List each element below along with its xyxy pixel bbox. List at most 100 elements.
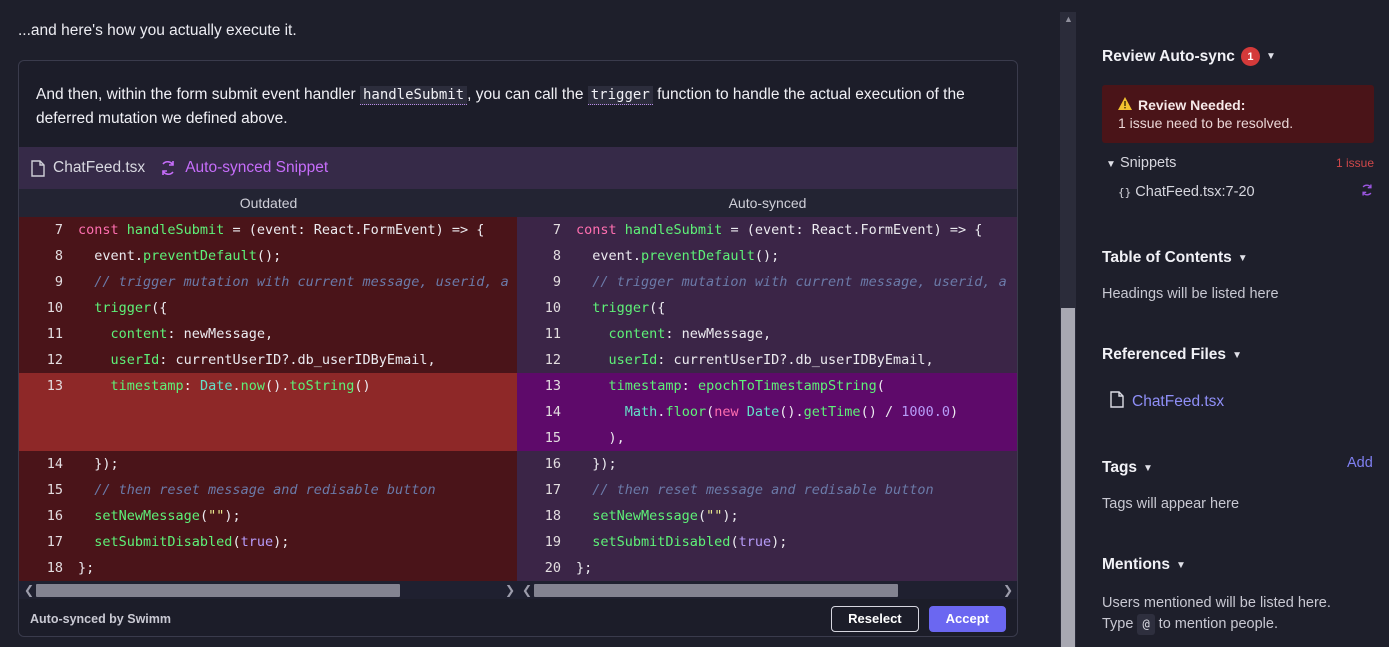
caret-down-icon: ▼ [1265,51,1276,62]
code-line: 8 event.preventDefault(); [517,243,1017,269]
snippet-actions: Reselect Accept [831,605,1006,632]
mentions-toggle[interactable]: Mentions ▼ [1102,556,1186,574]
code-line: 18}; [19,555,517,581]
scroll-left-arrow-icon[interactable]: ❮ [24,583,34,597]
inline-code-handlesubmit[interactable]: handleSubmit [359,86,468,105]
referenced-files-toggle[interactable]: Referenced Files ▼ [1102,346,1242,364]
alert-title-text: Review Needed: [1138,97,1246,113]
mentions-type-word: Type [1102,616,1134,632]
scroll-left-arrow-icon[interactable]: ❮ [522,583,532,597]
line-code: setNewMessage(""); [592,508,739,524]
synced-hscroll-thumb[interactable] [534,584,898,597]
referenced-files-title: Referenced Files [1102,346,1227,363]
snippet-file-name[interactable]: ChatFeed.tsx [53,159,145,177]
toc-toggle[interactable]: Table of Contents ▼ [1102,249,1248,267]
snippets-group[interactable]: ▼ Snippets 1 issue [1106,153,1374,173]
page-scroll-thumb[interactable] [1061,308,1075,647]
outdated-hscrollbar[interactable]: ❮ ❯ [19,581,517,599]
snippets-tree: ▼ Snippets 1 issue {} ChatFeed.tsx:7-20 [1106,153,1374,201]
line-code: trigger({ [592,300,666,316]
line-code: setSubmitDisabled(true); [592,534,788,550]
toc-empty-text: Headings will be listed here [1102,286,1279,302]
line-number: 15 [544,430,561,446]
code-line: 7 const handleSubmit = (event: React.Form… [19,217,517,243]
inline-code-trigger[interactable]: trigger [587,86,653,105]
line-code: timestamp: epochToTimestampString( [608,378,885,394]
line-number: 16 [544,456,561,472]
caret-down-icon: ▼ [1237,252,1248,264]
file-icon [1110,391,1124,413]
synced-header: Auto-synced [728,195,807,211]
warning-icon [1118,97,1132,113]
desc-text-2: , you can call the [467,86,588,103]
scroll-right-arrow-icon[interactable]: ❯ [1003,583,1013,597]
line-code: content: newMessage, [608,326,772,342]
line-number: 14 [46,456,63,472]
line-code: // then reset message and redisable butt… [592,482,934,498]
review-autosync-title: Review Auto-sync [1102,47,1235,65]
code-line: 11 content: newMessage, [19,321,517,347]
outdated-hscroll-thumb[interactable] [36,584,400,597]
code-line: 10 trigger({ [517,295,1017,321]
line-number: 10 [46,300,63,316]
snippet-header: ChatFeed.tsx Auto-synced Snippet [19,147,1017,189]
diff-column-headers: Outdated Auto-synced [19,189,1017,217]
line-number: 7 [54,222,63,238]
line-code: event.preventDefault(); [78,248,282,264]
referenced-file-link[interactable]: ChatFeed.tsx [1110,391,1224,413]
add-tag-link[interactable]: Add [1347,455,1373,471]
code-line: 9 // trigger mutation with current messa… [19,269,517,295]
accept-button[interactable]: Accept [928,605,1006,632]
line-number: 14 [544,404,561,420]
snippet-card: And then, within the form submit event h… [18,60,1018,637]
synced-code-pane[interactable]: 7 const handleSubmit = (event: React.Form… [517,217,1017,581]
snippet-footer: Auto-synced by Swimm Reselect Accept [19,599,1017,636]
outdated-header: Outdated [239,195,298,211]
outdated-code-pane[interactable]: 7 const handleSubmit = (event: React.Form… [19,217,517,581]
sync-icon [1360,183,1374,201]
reselect-button[interactable]: Reselect [831,605,919,632]
code-line: 15 // then reset message and redisable b… [19,477,517,503]
line-code: userId: currentUserID?.db_userIDByEmail, [110,352,436,368]
code-line: 9 // trigger mutation with current messa… [517,269,1017,295]
code-line: 19 setSubmitDisabled(true); [517,529,1017,555]
tags-toggle[interactable]: Tags ▼ [1102,459,1153,477]
code-line: 13 timestamp: epochToTimestampString( [517,373,1017,399]
referenced-file-name: ChatFeed.tsx [1132,393,1225,410]
snippet-sync-status: Auto-synced Snippet [185,159,329,176]
code-line: 20}; [517,555,1017,581]
code-line: 12 userId: currentUserID?.db_userIDByEma… [517,347,1017,373]
file-icon [31,159,45,177]
scroll-up-arrow-icon[interactable]: ▲ [1064,14,1073,24]
mentions-title: Mentions [1102,556,1171,573]
code-line: 17 setSubmitDisabled(true); [19,529,517,555]
snippet-ref-item[interactable]: {} ChatFeed.tsx:7-20 [1106,183,1374,201]
line-code: }); [576,456,617,472]
line-number: 17 [544,482,561,498]
mentions-line-2-rest: to mention people. [1158,616,1278,632]
line-code: timestamp: Date.now().toString() [110,378,371,394]
line-number: 15 [46,482,63,498]
page-scrollbar[interactable]: ▲ [1060,12,1076,647]
code-line: 14 Math.floor(new Date().getTime() / 100… [517,399,1017,425]
code-braces-icon: {} [1118,186,1132,199]
line-number: 10 [544,300,561,316]
code-line: 13 timestamp: Date.now().toString() [19,373,517,451]
line-number: 8 [54,248,63,264]
code-line: 12 userId: currentUserID?.db_userIDByEma… [19,347,517,373]
desc-text-1: And then, within the form submit event h… [36,86,360,103]
line-code: const handleSubmit = (event: React.FormE… [576,222,983,238]
code-line: 10 trigger({ [19,295,517,321]
autosync-attribution: Auto-synced by Swimm [30,611,171,626]
scroll-right-arrow-icon[interactable]: ❯ [505,583,515,597]
review-autosync-toggle[interactable]: Review Auto-sync 1 ▼ [1102,47,1276,66]
line-number: 20 [544,560,561,576]
synced-hscrollbar[interactable]: ❮ ❯ [517,581,1017,599]
line-code: }); [78,456,119,472]
line-code: }; [78,560,95,576]
alert-message: 1 issue need to be resolved. [1118,115,1294,131]
line-number: 12 [544,352,561,368]
line-number: 12 [46,352,63,368]
at-key: @ [1137,614,1155,635]
line-number: 9 [54,274,63,290]
